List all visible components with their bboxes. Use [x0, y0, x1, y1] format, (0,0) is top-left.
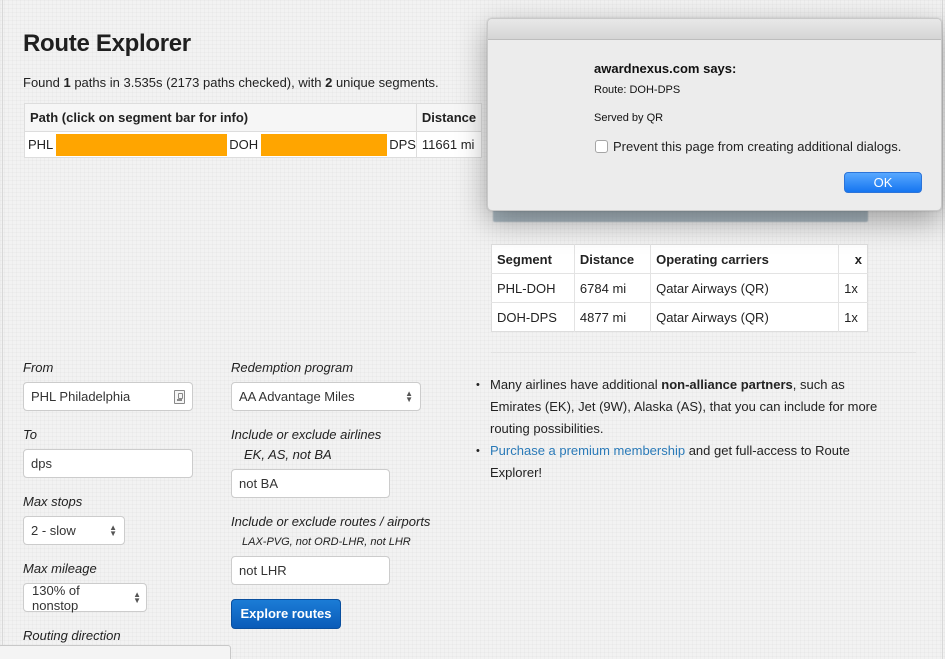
max-mileage-label: Max mileage [23, 561, 97, 576]
multiplier-cell: 1x [844, 309, 858, 325]
max-stops-select[interactable]: 2 - slow ▲ ▼ [23, 516, 125, 545]
path-visualization: PHL DOH DPS [25, 132, 416, 157]
carriers-column-header: Operating carriers [650, 244, 840, 274]
to-label: To [23, 427, 37, 442]
dialog-carrier-text: Served by QR [594, 112, 664, 124]
premium-membership-link[interactable]: Purchase a premium membership [490, 443, 685, 458]
from-input[interactable]: PHL Philadelphia [23, 382, 193, 411]
list-item: Many airlines have additional non-allian… [473, 374, 893, 440]
table-row: PHL-DOH 6784 mi Qatar Airways (QR) 1x [491, 273, 868, 303]
segment-bar-doh-dps[interactable] [261, 133, 388, 156]
airlines-filter-input[interactable]: not BA [231, 469, 390, 498]
airport-code: DOH [229, 137, 259, 152]
page-title: Route Explorer [23, 30, 191, 57]
redemption-program-label: Redemption program [231, 360, 354, 375]
table-row: DOH-DPS 4877 mi Qatar Airways (QR) 1x [491, 302, 868, 332]
path-table: Path (click on segment bar for info) Dis… [24, 103, 483, 158]
path-distance: 11661 mi [415, 131, 482, 158]
distance-column-header: Distance [574, 244, 652, 274]
segment-column-header: Segment [491, 244, 575, 274]
dialog-heading: awardnexus.com says: [594, 61, 737, 76]
routes-filter-label: Include or exclude routes / airports [231, 514, 431, 529]
airport-code: DPS [389, 137, 416, 152]
search-summary: Found 1 paths in 3.535s (2173 paths chec… [23, 75, 439, 90]
from-label: From [23, 360, 54, 375]
select-arrows-icon: ▲ ▼ [133, 589, 141, 605]
list-item: Purchase a premium membership and get fu… [473, 440, 893, 484]
dialog-titlebar[interactable] [488, 19, 941, 40]
distance-column-header: Distance [415, 103, 482, 132]
segment-cell: DOH-DPS [491, 302, 575, 332]
explore-routes-button[interactable]: Explore routes [231, 599, 341, 629]
info-list: Many airlines have additional non-allian… [473, 374, 893, 484]
segment-table: Segment Distance Operating carriers x PH… [491, 244, 868, 332]
airport-code: PHL [28, 137, 54, 152]
alert-dialog: awardnexus.com says: Route: DOH-DPS Serv… [487, 18, 942, 211]
prevent-dialogs-option[interactable]: Prevent this page from creating addition… [595, 139, 901, 154]
select-arrows-icon: ▲ ▼ [109, 522, 117, 538]
routes-filter-hint: LAX-PVG, not ORD-LHR, not LHR [242, 536, 411, 548]
distance-cell: 6784 mi [574, 273, 652, 303]
max-mileage-select[interactable]: 130% of nonstop ▲ ▼ [23, 583, 147, 613]
airlines-filter-label: Include or exclude airlines [231, 427, 382, 442]
routing-direction-label: Routing direction [23, 628, 121, 643]
contact-card-icon[interactable] [174, 389, 185, 404]
routes-filter-input[interactable]: not LHR [231, 556, 390, 585]
section-divider [491, 352, 916, 353]
dialog-route-text: Route: DOH-DPS [594, 84, 681, 96]
ok-button[interactable]: OK [844, 172, 922, 193]
distance-cell: 4877 mi [574, 302, 652, 332]
segment-cell: PHL-DOH [491, 273, 575, 303]
max-stops-label: Max stops [23, 494, 83, 509]
path-column-header: Path (click on segment bar for info) [24, 103, 417, 132]
select-arrows-icon: ▲ ▼ [405, 388, 413, 404]
redemption-program-select[interactable]: AA Advantage Miles ▲ ▼ [231, 382, 421, 411]
prevent-dialogs-checkbox[interactable] [595, 140, 608, 153]
path-row: PHL DOH DPS 11661 mi [25, 131, 482, 158]
routing-direction-control[interactable] [0, 645, 231, 659]
multiplier-column-header: x [838, 244, 868, 274]
multiplier-cell: 1x [838, 273, 868, 303]
airlines-filter-hint: EK, AS, not BA [244, 447, 332, 462]
carriers-cell: Qatar Airways (QR) [650, 273, 840, 303]
paths-found-count: 1 [63, 75, 71, 90]
segment-bar-phl-doh[interactable] [56, 133, 228, 156]
to-input[interactable]: dps [23, 449, 193, 478]
carriers-cell: Qatar Airways (QR) [650, 302, 840, 332]
